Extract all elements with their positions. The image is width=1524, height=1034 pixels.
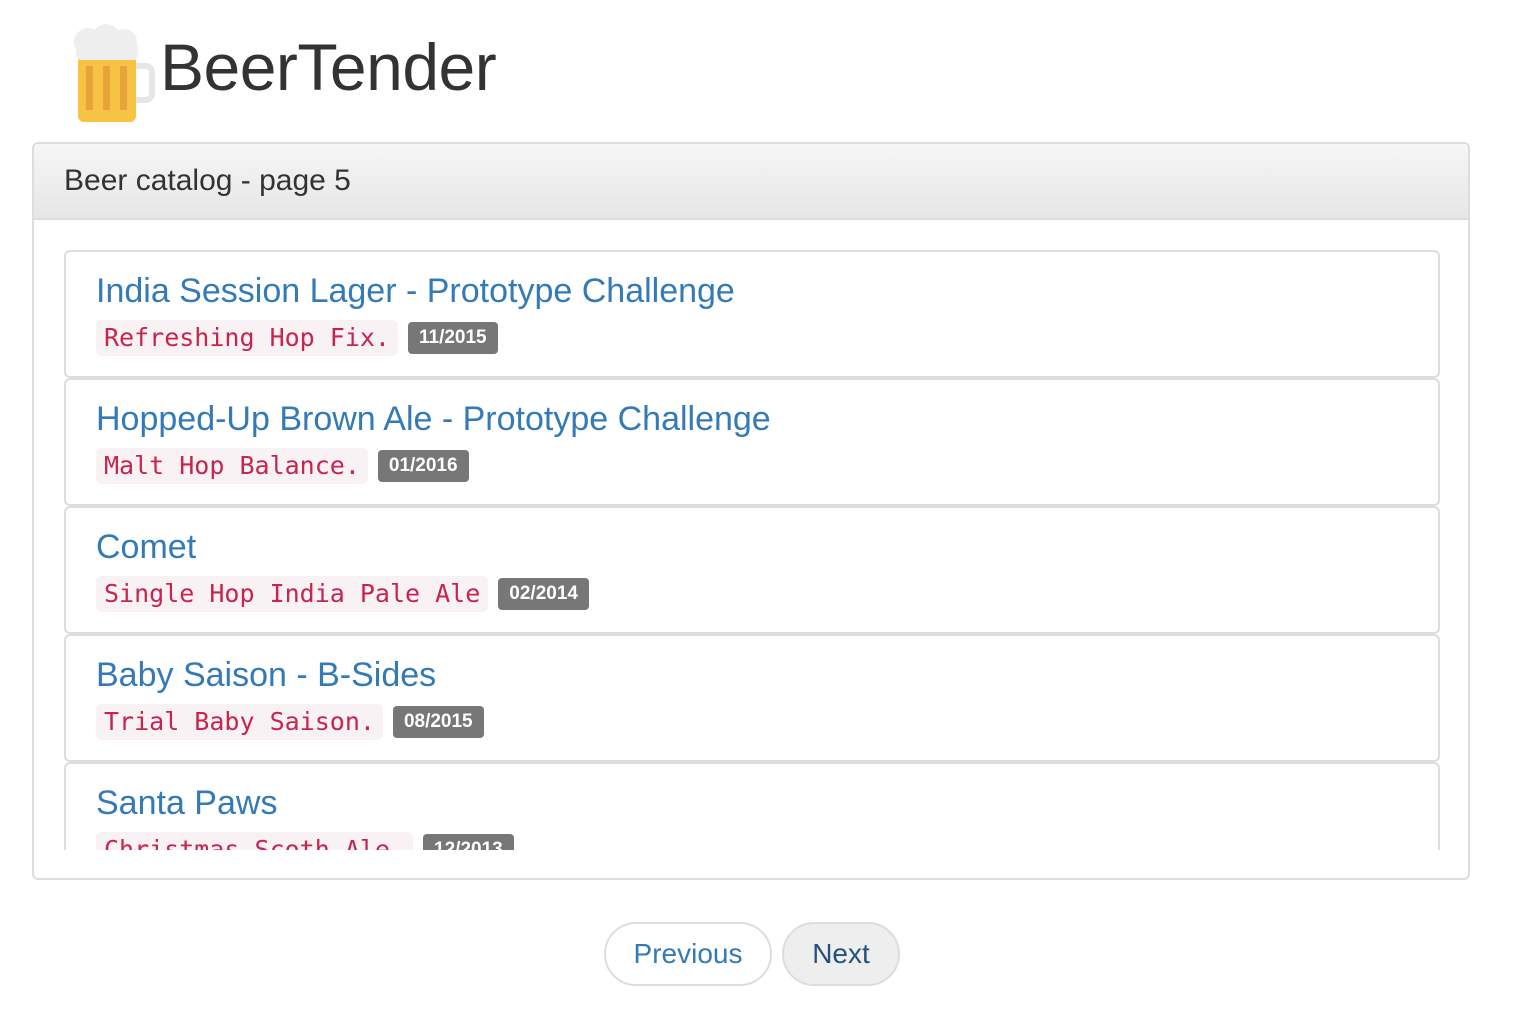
first-brewed-badge: 01/2016 [377,450,469,482]
list-item: Santa Paws Christmas Scoth Ale. 12/2013 [64,762,1440,850]
beer-tagline: Malt Hop Balance. [96,448,368,484]
pager: Previous Next [604,922,900,986]
app-header: BeerTender [66,18,497,126]
previous-button[interactable]: Previous [604,922,772,986]
panel-heading: Beer catalog - page 5 [34,144,1468,220]
beer-tagline: Refreshing Hop Fix. [96,320,398,356]
list-item: Comet Single Hop India Pale Ale 02/2014 [64,506,1440,634]
list-item: India Session Lager - Prototype Challeng… [64,250,1440,378]
beer-name-link[interactable]: India Session Lager - Prototype Challeng… [96,270,1438,312]
beer-catalog-panel: Beer catalog - page 5 India Session Lage… [32,142,1470,880]
beer-mug-icon [66,18,158,126]
beer-name-link[interactable]: Santa Paws [96,782,1438,824]
first-brewed-badge: 12/2013 [423,834,514,850]
app-title: BeerTender [160,30,497,104]
next-button[interactable]: Next [782,922,900,986]
beer-name-link[interactable]: Hopped-Up Brown Ale - Prototype Challeng… [96,398,1438,440]
beer-list: India Session Lager - Prototype Challeng… [64,250,1440,850]
beer-name-link[interactable]: Comet [96,526,1438,568]
list-item: Hopped-Up Brown Ale - Prototype Challeng… [64,378,1440,506]
first-brewed-badge: 11/2015 [407,322,498,354]
list-item: Baby Saison - B-Sides Trial Baby Saison.… [64,634,1440,762]
first-brewed-badge: 02/2014 [498,578,589,610]
beer-tagline: Trial Baby Saison. [96,704,383,740]
first-brewed-badge: 08/2015 [392,706,484,738]
beer-tagline: Single Hop India Pale Ale [96,576,489,612]
beer-tagline: Christmas Scoth Ale. [96,832,414,850]
beer-name-link[interactable]: Baby Saison - B-Sides [96,654,1438,696]
